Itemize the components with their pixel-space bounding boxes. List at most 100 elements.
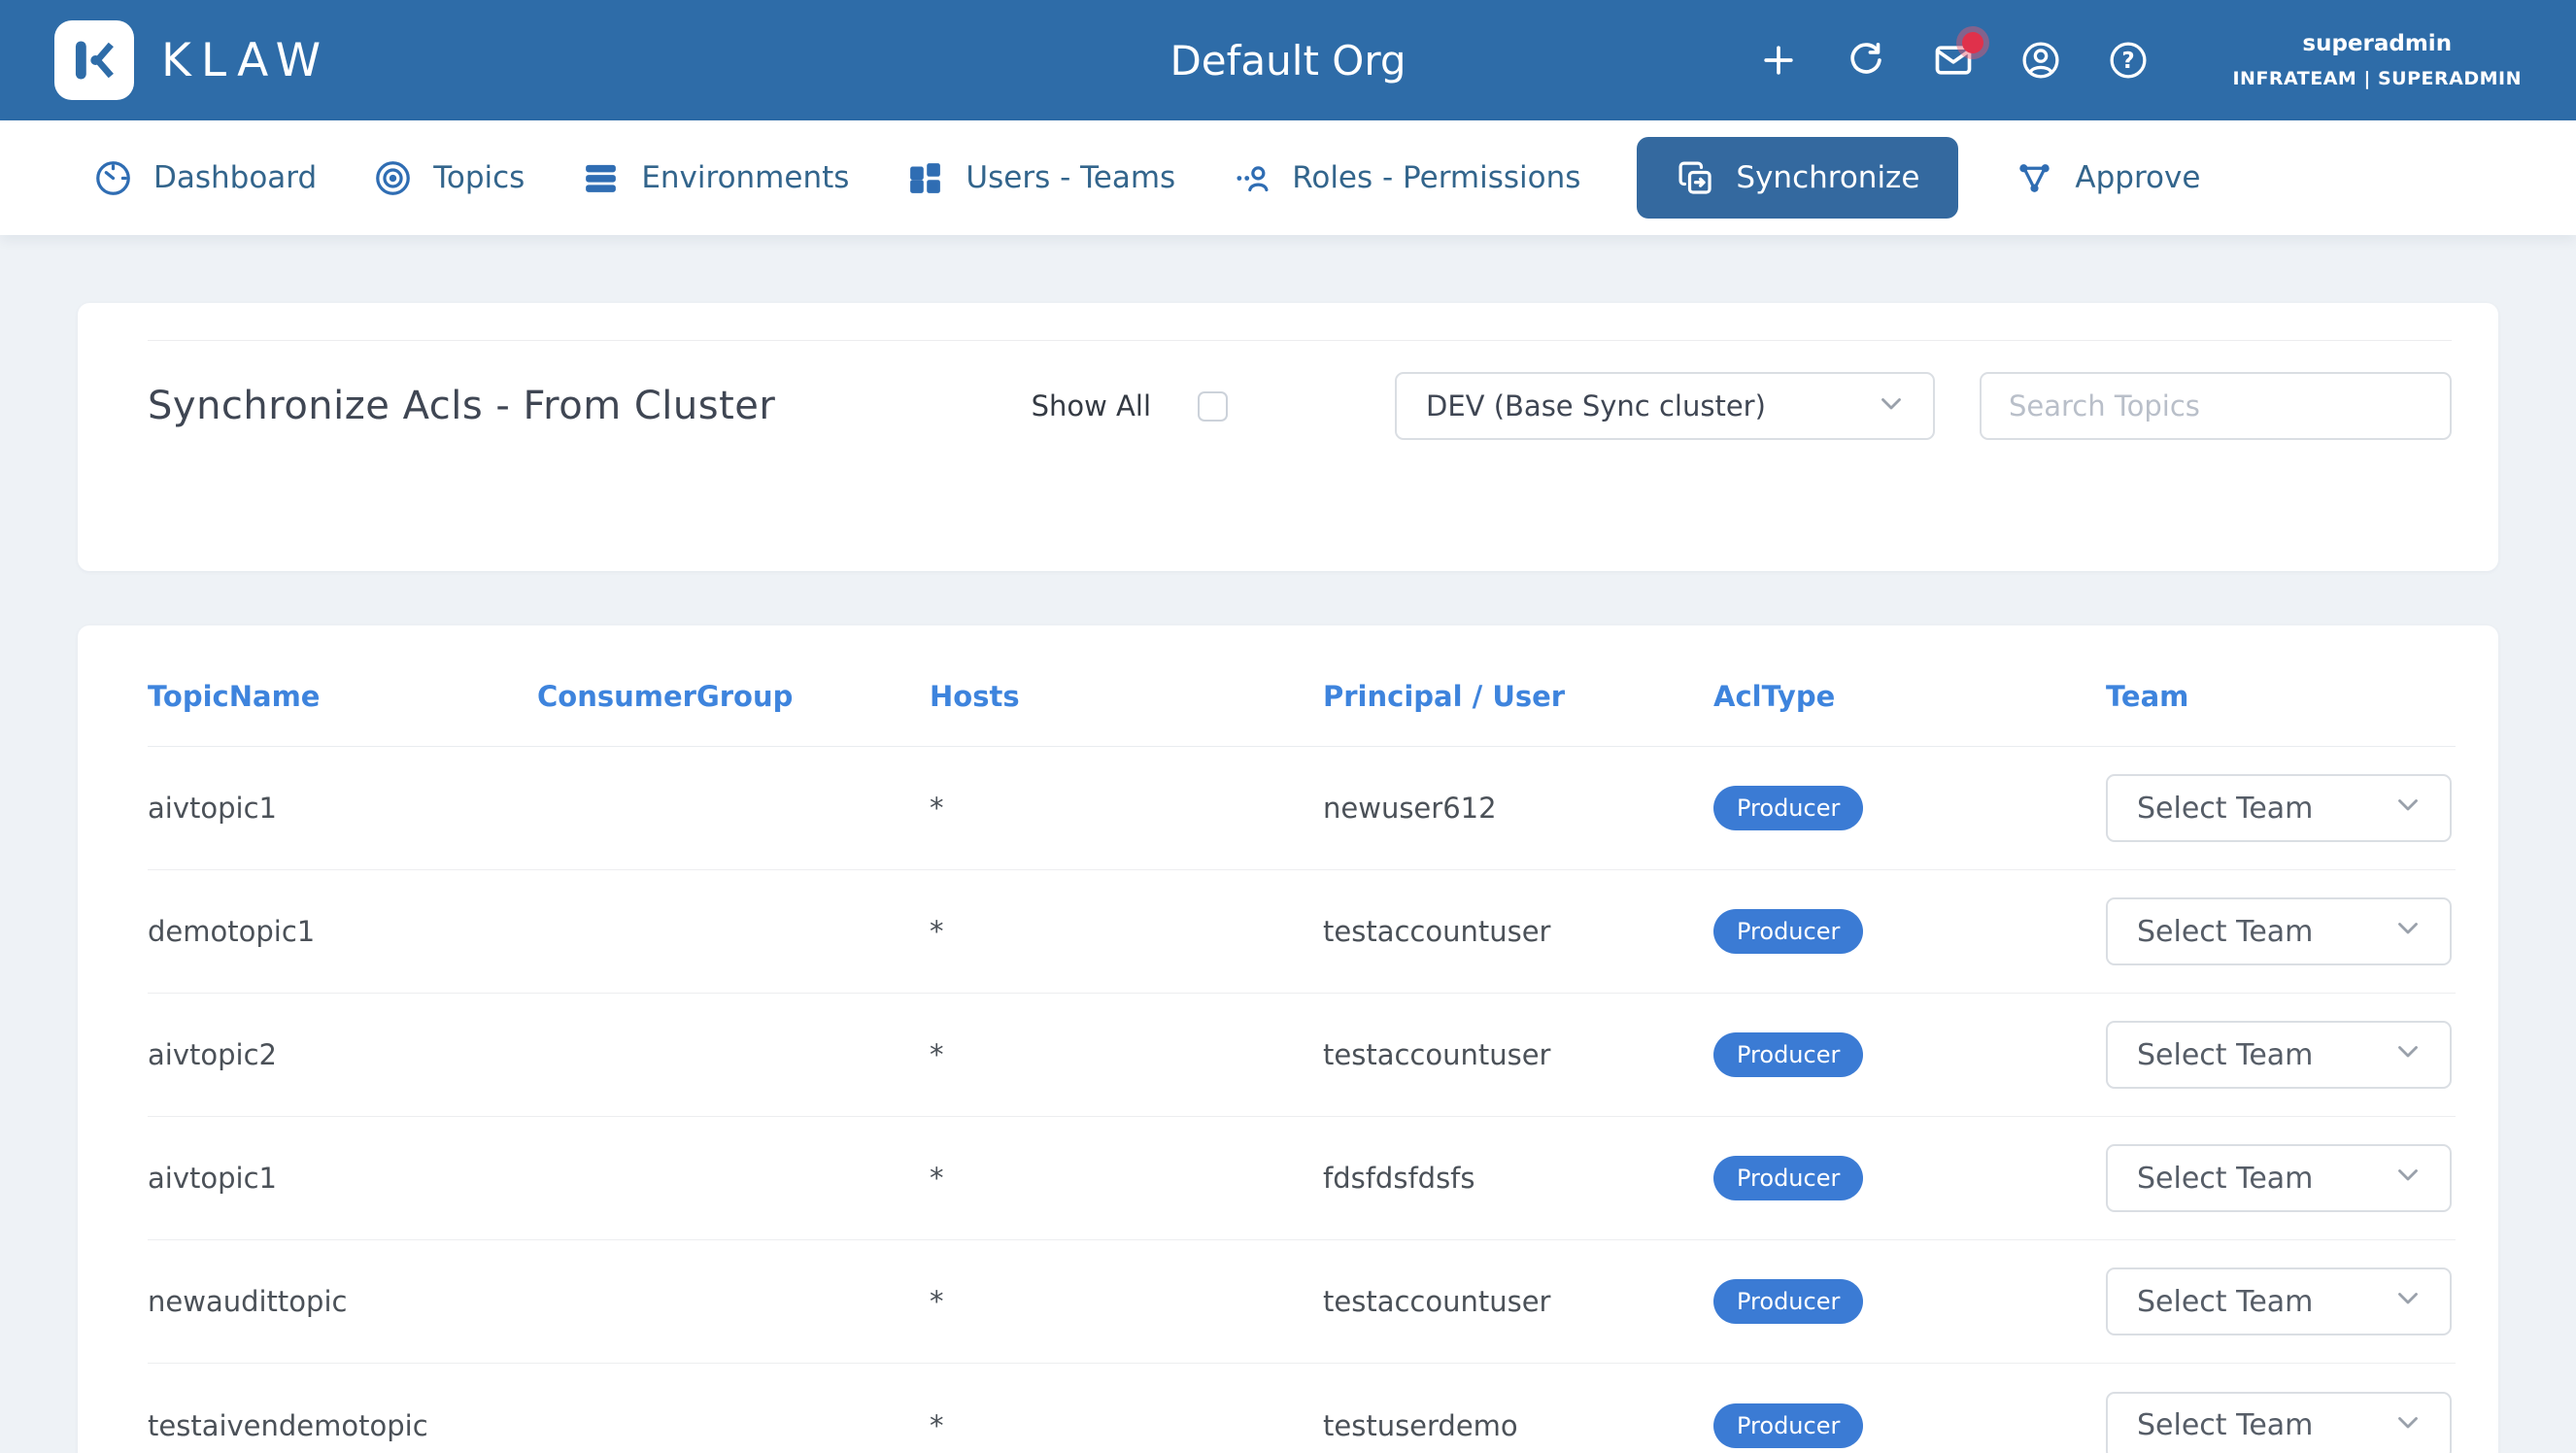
acl-type-badge: Producer	[1713, 786, 1863, 830]
klaw-logo-icon[interactable]	[54, 20, 134, 100]
chevron-down-icon	[2391, 911, 2424, 952]
help-icon[interactable]: ?	[2106, 38, 2151, 83]
cell-hosts: *	[930, 792, 1323, 825]
cell-acl-type: Producer	[1713, 786, 2106, 830]
acl-type-badge: Producer	[1713, 1279, 1863, 1324]
user-role: INFRATEAM | SUPERADMIN	[2232, 68, 2522, 89]
acl-type-badge: Producer	[1713, 909, 1863, 954]
nav-label: Topics	[433, 160, 525, 195]
nav-item-users-teams[interactable]: Users - Teams	[905, 158, 1175, 198]
cell-team: Select Team	[2106, 1392, 2456, 1453]
col-consumer-group: ConsumerGroup	[537, 680, 930, 713]
cluster-select[interactable]: DEV (Base Sync cluster)	[1395, 372, 1935, 440]
cell-hosts: *	[930, 1409, 1323, 1442]
cell-acl-type: Producer	[1713, 1279, 2106, 1324]
show-all-label: Show All	[1032, 389, 1151, 422]
add-icon[interactable]	[1756, 38, 1801, 83]
cell-topic-name: newaudittopic	[148, 1285, 537, 1318]
profile-icon[interactable]	[2018, 38, 2063, 83]
team-select[interactable]: Select Team	[2106, 1392, 2452, 1453]
team-select-value: Select Team	[2137, 1408, 2313, 1442]
cell-topic-name: demotopic1	[148, 915, 537, 948]
top-header: KLAW Default Org	[0, 0, 2576, 120]
roles-permissions-icon	[1232, 158, 1271, 198]
refresh-icon[interactable]	[1844, 38, 1888, 83]
topics-icon	[373, 158, 413, 198]
cell-principal: testaccountuser	[1323, 1285, 1713, 1318]
nav-item-environments[interactable]: Environments	[581, 158, 849, 198]
col-acl-type: AclType	[1713, 680, 2106, 713]
cluster-select-value: DEV (Base Sync cluster)	[1426, 389, 1766, 422]
chevron-down-icon	[2391, 1158, 2424, 1199]
nav-label: Dashboard	[153, 160, 317, 195]
cell-hosts: *	[930, 1285, 1323, 1318]
approve-icon	[2015, 158, 2054, 198]
nav-label: Users - Teams	[966, 160, 1175, 195]
table-row: aivtopic1 * newuser612 Producer Select T…	[148, 747, 2456, 870]
nav-label: Environments	[641, 160, 849, 195]
col-principal: Principal / User	[1323, 680, 1713, 713]
environments-icon	[581, 158, 621, 198]
cell-principal: testaccountuser	[1323, 915, 1713, 948]
cell-principal: testaccountuser	[1323, 1038, 1713, 1071]
acl-type-badge: Producer	[1713, 1403, 1863, 1448]
nav-label: Synchronize	[1736, 160, 1919, 195]
cell-principal: newuser612	[1323, 792, 1713, 825]
nav-item-dashboard[interactable]: Dashboard	[93, 158, 317, 198]
acl-type-badge: Producer	[1713, 1032, 1863, 1077]
chevron-down-icon	[2391, 1281, 2424, 1322]
acl-type-badge: Producer	[1713, 1156, 1863, 1200]
topbar-actions: ? superadmin INFRATEAM | SUPERADMIN	[1756, 31, 2522, 89]
team-select-value: Select Team	[2137, 1285, 2313, 1319]
nav-item-roles-permissions[interactable]: Roles - Permissions	[1232, 158, 1580, 198]
cell-topic-name: aivtopic1	[148, 792, 537, 825]
cell-team: Select Team	[2106, 774, 2456, 842]
nav-item-topics[interactable]: Topics	[373, 158, 525, 198]
org-title: Default Org	[1169, 37, 1406, 84]
search-topics-input[interactable]	[1980, 372, 2452, 440]
team-select-value: Select Team	[2137, 1162, 2313, 1196]
main-nav: Dashboard Topics Environments	[0, 120, 2576, 235]
cell-topic-name: testaivendemotopic	[148, 1409, 537, 1442]
table-row: demotopic1 * testaccountuser Producer Se…	[148, 870, 2456, 994]
brand-name: KLAW	[161, 34, 330, 87]
team-select[interactable]: Select Team	[2106, 774, 2452, 842]
brand: KLAW	[54, 20, 330, 100]
cell-hosts: *	[930, 915, 1323, 948]
user-block[interactable]: superadmin INFRATEAM | SUPERADMIN	[2232, 31, 2522, 89]
main-content: Synchronize Acls - From Cluster Show All…	[0, 235, 2576, 1453]
team-select[interactable]: Select Team	[2106, 1144, 2452, 1212]
team-select-value: Select Team	[2137, 915, 2313, 949]
nav-label: Roles - Permissions	[1292, 160, 1580, 195]
cell-topic-name: aivtopic1	[148, 1162, 537, 1195]
users-teams-icon	[905, 158, 945, 198]
user-name: superadmin	[2302, 31, 2452, 56]
col-hosts: Hosts	[930, 680, 1323, 713]
nav-item-approve[interactable]: Approve	[2015, 158, 2200, 198]
cell-acl-type: Producer	[1713, 1403, 2106, 1448]
svg-text:?: ?	[2122, 49, 2135, 74]
nav-item-synchronize[interactable]: Synchronize	[1637, 137, 1958, 219]
team-select-value: Select Team	[2137, 792, 2313, 826]
table-row: aivtopic2 * testaccountuser Producer Sel…	[148, 994, 2456, 1117]
team-select[interactable]: Select Team	[2106, 1021, 2452, 1089]
cell-topic-name: aivtopic2	[148, 1038, 537, 1071]
table-row: newaudittopic * testaccountuser Producer…	[148, 1240, 2456, 1364]
cell-acl-type: Producer	[1713, 909, 2106, 954]
team-select[interactable]: Select Team	[2106, 1267, 2452, 1335]
cell-team: Select Team	[2106, 897, 2456, 965]
team-select-value: Select Team	[2137, 1038, 2313, 1072]
chevron-down-icon	[1875, 387, 1908, 426]
cell-hosts: *	[930, 1162, 1323, 1195]
col-topic-name: TopicName	[148, 680, 537, 713]
show-all-checkbox[interactable]	[1198, 391, 1228, 422]
cell-acl-type: Producer	[1713, 1156, 2106, 1200]
cell-team: Select Team	[2106, 1144, 2456, 1212]
table-row: aivtopic1 * fdsfdsfdsfs Producer Select …	[148, 1117, 2456, 1240]
mail-icon[interactable]	[1931, 38, 1976, 83]
acl-table-card: TopicName ConsumerGroup Hosts Principal …	[78, 625, 2498, 1453]
chevron-down-icon	[2391, 1034, 2424, 1075]
cell-team: Select Team	[2106, 1021, 2456, 1089]
team-select[interactable]: Select Team	[2106, 897, 2452, 965]
cell-principal: fdsfdsfdsfs	[1323, 1162, 1713, 1195]
